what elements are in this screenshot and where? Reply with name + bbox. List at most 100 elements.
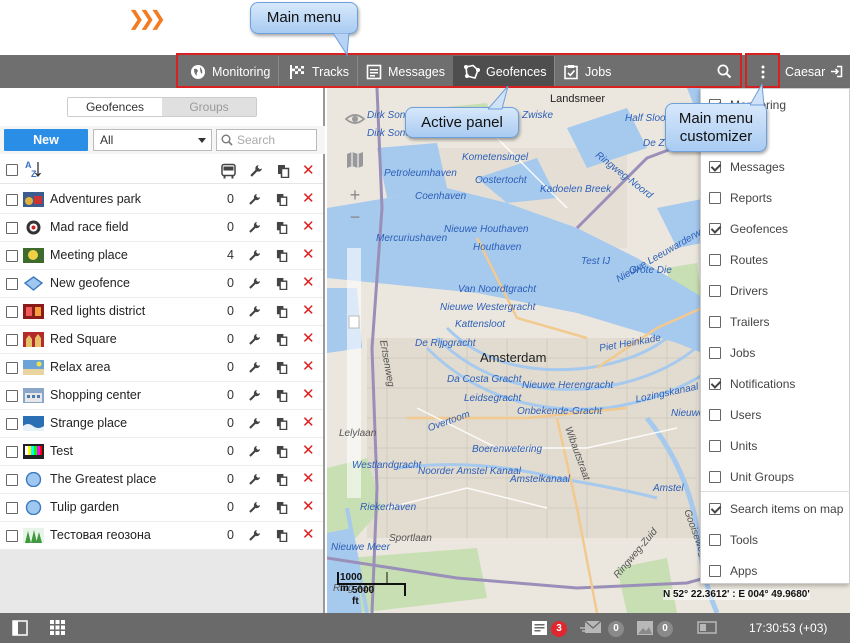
row-checkbox[interactable]: [6, 306, 18, 318]
wrench-icon[interactable]: [248, 445, 261, 458]
wrench-icon[interactable]: [249, 164, 263, 178]
wrench-icon[interactable]: [248, 361, 261, 374]
customizer-item[interactable]: Apps: [701, 555, 850, 586]
copy-icon[interactable]: [276, 221, 288, 234]
grid-icon[interactable]: [50, 620, 65, 635]
delete-icon[interactable]: ✕: [302, 527, 315, 543]
customizer-item[interactable]: Tools: [701, 524, 850, 555]
row-checkbox[interactable]: [6, 334, 18, 346]
wrench-icon[interactable]: [248, 193, 261, 206]
copy-icon[interactable]: [276, 501, 288, 514]
customizer-item[interactable]: Units: [701, 430, 850, 461]
wrench-icon[interactable]: [248, 221, 261, 234]
customizer-checkbox[interactable]: [709, 439, 721, 452]
nav-geofences[interactable]: Geofences: [453, 56, 556, 87]
mail-icon[interactable]: [580, 620, 602, 636]
list-item[interactable]: Red lights district 0 ✕: [0, 298, 323, 326]
customizer-checkbox[interactable]: [709, 315, 721, 328]
list-item[interactable]: Strange place 0 ✕: [0, 410, 323, 438]
list-item[interactable]: New geofence 0 ✕: [0, 270, 323, 298]
delete-icon[interactable]: ✕: [302, 499, 315, 515]
nav-messages[interactable]: Messages: [356, 56, 454, 87]
eye-icon[interactable]: [344, 110, 366, 131]
copy-icon[interactable]: [276, 445, 288, 458]
logout-icon[interactable]: [830, 65, 843, 78]
panel-search[interactable]: [216, 129, 317, 151]
copy-icon[interactable]: [276, 529, 288, 542]
copy-icon[interactable]: [277, 164, 290, 178]
customizer-checkbox[interactable]: [709, 253, 721, 266]
list-item[interactable]: Relax area 0 ✕: [0, 354, 323, 382]
wrench-icon[interactable]: [248, 501, 261, 514]
row-checkbox[interactable]: [6, 362, 18, 374]
copy-icon[interactable]: [276, 193, 288, 206]
nav-jobs[interactable]: Jobs: [553, 56, 619, 87]
copy-icon[interactable]: [276, 417, 288, 430]
map-layers-icon[interactable]: [345, 150, 365, 173]
copy-icon[interactable]: [276, 473, 288, 486]
row-checkbox[interactable]: [6, 418, 18, 430]
customizer-checkbox[interactable]: [709, 564, 721, 577]
delete-icon[interactable]: ✕: [302, 191, 315, 207]
customizer-item[interactable]: Trailers: [701, 306, 850, 337]
row-checkbox[interactable]: [6, 502, 18, 514]
new-geofence-button[interactable]: New: [4, 129, 88, 151]
row-checkbox[interactable]: [6, 278, 18, 290]
copy-icon[interactable]: [276, 277, 288, 290]
delete-icon[interactable]: ✕: [302, 303, 315, 319]
list-item[interactable]: Tulip garden 0 ✕: [0, 494, 323, 522]
delete-icon[interactable]: ✕: [302, 275, 315, 291]
list-item[interactable]: Adventures park 0 ✕: [0, 186, 323, 214]
copy-icon[interactable]: [276, 389, 288, 402]
customizer-item[interactable]: Search items on map: [701, 493, 850, 524]
toggle-panel-icon[interactable]: [12, 620, 28, 636]
copy-icon[interactable]: [276, 333, 288, 346]
delete-icon[interactable]: ✕: [302, 415, 315, 431]
customizer-item[interactable]: Unit Groups: [701, 461, 850, 492]
delete-icon[interactable]: ✕: [302, 331, 315, 347]
customizer-checkbox[interactable]: [709, 408, 721, 421]
nav-tracks[interactable]: Tracks: [279, 56, 359, 87]
copy-icon[interactable]: [276, 249, 288, 262]
row-checkbox[interactable]: [6, 530, 18, 542]
customizer-checkbox[interactable]: [709, 160, 721, 173]
select-all-checkbox[interactable]: [6, 164, 18, 176]
messages-icon[interactable]: [531, 620, 548, 636]
customizer-checkbox[interactable]: [709, 191, 721, 204]
tab-groups[interactable]: Groups: [162, 98, 256, 116]
video-icon[interactable]: [697, 620, 717, 635]
row-checkbox[interactable]: [6, 446, 18, 458]
customizer-item[interactable]: Reports: [701, 182, 850, 213]
nav-monitoring[interactable]: Monitoring: [180, 56, 280, 87]
wrench-icon[interactable]: [248, 529, 261, 542]
filter-select[interactable]: All: [93, 129, 212, 151]
customizer-item[interactable]: Notifications: [701, 368, 850, 399]
list-item[interactable]: Shopping center 0 ✕: [0, 382, 323, 410]
delete-icon[interactable]: ✕: [302, 443, 315, 459]
list-item[interactable]: Meeting place 4 ✕: [0, 242, 323, 270]
wrench-icon[interactable]: [248, 249, 261, 262]
customizer-checkbox[interactable]: [709, 222, 721, 235]
delete-icon[interactable]: ✕: [302, 359, 315, 375]
customizer-item[interactable]: Messages: [701, 151, 850, 182]
row-checkbox[interactable]: [6, 474, 18, 486]
customizer-checkbox[interactable]: [709, 533, 721, 546]
customizer-item[interactable]: Routes: [701, 244, 850, 275]
customizer-checkbox[interactable]: [709, 284, 721, 297]
bus-icon[interactable]: [220, 163, 237, 179]
customizer-item[interactable]: Jobs: [701, 337, 850, 368]
customizer-item[interactable]: Geofences: [701, 213, 850, 244]
main-menu-customizer-button[interactable]: [747, 56, 778, 87]
photo-icon[interactable]: [636, 620, 654, 636]
delete-all-icon[interactable]: ✕: [302, 161, 315, 179]
wrench-icon[interactable]: [248, 305, 261, 318]
list-item[interactable]: Mad race field 0 ✕: [0, 214, 323, 242]
user-menu[interactable]: Caesar: [785, 56, 843, 87]
wrench-icon[interactable]: [248, 473, 261, 486]
wrench-icon[interactable]: [248, 417, 261, 430]
copy-icon[interactable]: [276, 305, 288, 318]
wrench-icon[interactable]: [248, 277, 261, 290]
customizer-checkbox[interactable]: [709, 502, 721, 515]
list-item[interactable]: Red Square 0 ✕: [0, 326, 323, 354]
list-item[interactable]: Test 0 ✕: [0, 438, 323, 466]
